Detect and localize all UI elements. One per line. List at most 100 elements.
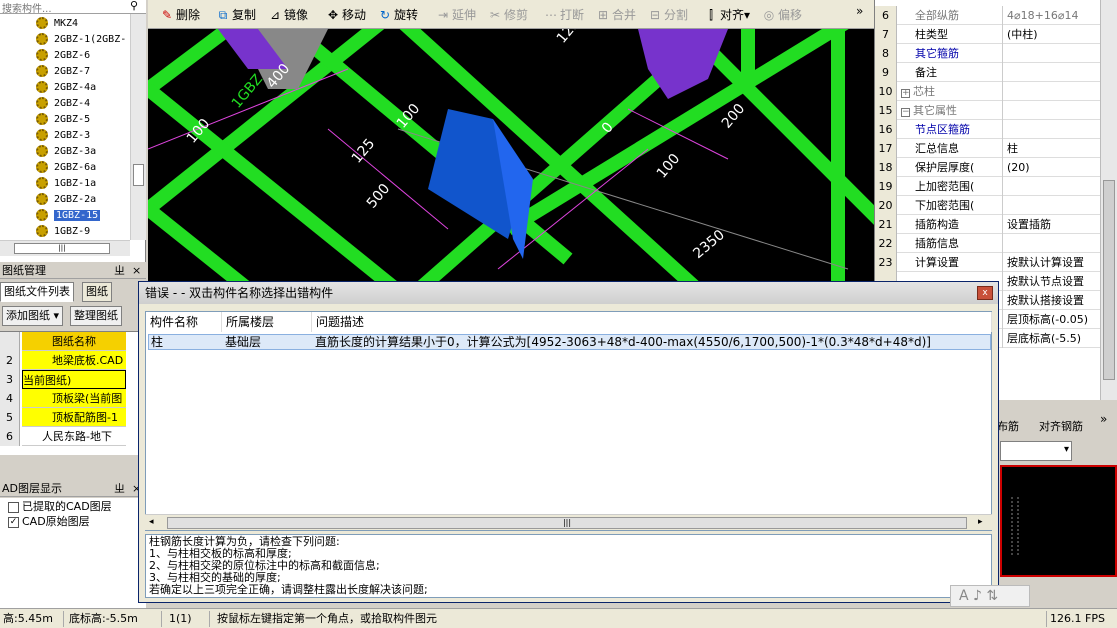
mirror-button[interactable]: ⊿ 镜像 — [268, 6, 308, 24]
dialog-horizontal-scrollbar[interactable]: ◂ ||| ▸ — [145, 514, 992, 530]
drawing-name[interactable]: 当前图纸) — [22, 370, 126, 389]
property-row[interactable]: 7 柱类型 (中柱) — [875, 25, 1101, 44]
property-row[interactable]: 18 保护层厚度((20) — [875, 158, 1101, 177]
drawing-row[interactable]: 5 顶板配筋图-1 — [0, 408, 146, 427]
tree-item[interactable]: 2GBZ-1(2GBZ- — [36, 32, 126, 47]
minimap[interactable] — [1000, 465, 1117, 577]
property-value[interactable]: 按默认搭接设置 — [1005, 291, 1101, 310]
drawing-row[interactable]: 3 当前图纸) — [0, 370, 146, 389]
property-row[interactable]: 9 备注 — [875, 63, 1101, 82]
tree-item[interactable]: 2GBZ-5 — [36, 112, 90, 127]
component-gear-icon — [36, 209, 48, 221]
property-row[interactable]: 16 节点区箍筋 — [875, 120, 1101, 139]
column-header-floor[interactable]: 所属楼层 — [222, 312, 312, 332]
tree-item[interactable]: 2GBZ-3 — [36, 128, 90, 143]
edit-toolbar: ✎ 删除 ⧉ 复制 ⊿ 镜像 ✥ 移动 ↻ 旋转 ⇥ 延伸 ✂ 修剪 ⋯ 打断 ⊞ 合并 ⊟ 分割 … — [148, 0, 874, 29]
pin-icon[interactable]: ㄓ — [114, 263, 125, 279]
add-drawing-button[interactable]: 添加图纸 ▾ — [2, 306, 64, 326]
tree-item[interactable]: 1GBZ-9 — [36, 224, 90, 239]
scroll-left-icon[interactable]: ◂ — [149, 517, 154, 527]
tree-item[interactable]: 2GBZ-4 — [36, 96, 90, 111]
property-value[interactable]: 按默认节点设置 — [1005, 272, 1101, 291]
drawing-row[interactable]: 2 地梁底板.CAD — [0, 351, 146, 370]
rebar-select[interactable]: ▾ — [1000, 441, 1072, 461]
search-icon[interactable]: ⚲ — [126, 0, 142, 14]
close-icon[interactable]: × — [132, 263, 141, 279]
property-value[interactable]: 设置插筋 — [1005, 215, 1101, 234]
property-row[interactable]: 15− 其它属性 — [875, 101, 1101, 120]
column-header-desc[interactable]: 问题描述 — [312, 312, 992, 332]
tree-item[interactable]: 2GBZ-2a — [36, 192, 96, 207]
drawing-name[interactable]: 顶板配筋图-1 — [22, 408, 126, 427]
property-row[interactable]: 23 计算设置 按默认计算设置 — [875, 253, 1101, 272]
drawing-name[interactable]: 地梁底板.CAD — [22, 351, 126, 370]
break-button[interactable]: ⋯ 打断 — [544, 6, 584, 24]
offset-button[interactable]: ◎ 偏移 — [762, 6, 802, 24]
property-row[interactable]: 17 汇总信息柱 — [875, 139, 1101, 158]
property-value[interactable]: 4⌀18+16⌀14 — [1005, 6, 1101, 25]
error-row[interactable]: 柱 基础层 直筋长度的计算结果小于0，计算公式为[4952-3063+48*d-… — [148, 334, 991, 350]
checkbox-original[interactable]: ✓ — [8, 516, 19, 528]
dialog-close-button[interactable]: x — [977, 286, 993, 300]
property-row[interactable]: 6 全部纵筋 4⌀18+16⌀14 — [875, 6, 1101, 25]
tree-item[interactable]: 1GBZ-1a — [36, 176, 96, 191]
expand-icon[interactable]: + — [901, 89, 910, 98]
chevron-down-icon[interactable]: ▾ — [1064, 444, 1069, 455]
tree-item[interactable]: 2GBZ-4a — [36, 80, 96, 95]
align-rebar-button[interactable]: 对齐钢筋 — [1039, 418, 1083, 434]
copy-button[interactable]: ⧉ 复制 — [216, 6, 256, 24]
extend-button[interactable]: ⇥ 延伸 — [436, 6, 476, 24]
tree-item[interactable]: 2GBZ-7 — [36, 64, 90, 79]
merge-button[interactable]: ⊞ 合并 — [596, 6, 636, 24]
property-value[interactable]: (20) — [1005, 158, 1101, 177]
tree-item[interactable]: 1GBZ-15 — [36, 208, 101, 223]
drawing-canvas[interactable]: 100 1GBZ 400 125 500 0 100 200 2350 125 … — [148, 29, 874, 283]
organize-drawing-button[interactable]: 整理图纸 — [70, 306, 122, 326]
property-value[interactable]: 按默认计算设置 — [1005, 253, 1101, 272]
tab-drawing-file-list[interactable]: 图纸文件列表 — [0, 282, 74, 302]
scroll-right-icon[interactable]: ▸ — [978, 517, 983, 527]
distribute-rebar-button[interactable]: 布筋 — [997, 418, 1019, 434]
split-button[interactable]: ⊟ 分割 — [648, 6, 688, 24]
toolbar-more-button[interactable]: » — [856, 2, 863, 20]
collapse-icon[interactable]: − — [901, 108, 910, 117]
checkbox-extracted[interactable] — [8, 501, 19, 513]
property-value[interactable]: (中柱) — [1005, 25, 1101, 44]
column-header-name[interactable]: 构件名称 — [146, 312, 222, 332]
rotate-button[interactable]: ↻ 旋转 — [378, 6, 418, 24]
tree-item[interactable]: 2GBZ-3a — [36, 144, 96, 159]
property-row[interactable]: 8 其它箍筋 — [875, 44, 1101, 63]
tab-drawing-second[interactable]: 图纸 — [82, 282, 112, 302]
property-row[interactable]: 19 上加密范围( — [875, 177, 1101, 196]
cad-layer-original[interactable]: ✓ CAD原始图层 — [8, 515, 90, 529]
component-tree[interactable]: 搜索构件... ⚲ MKZ4 2GBZ-1(2GBZ- 2GBZ-6 2GBZ-7 2G… — [0, 0, 146, 262]
tree-item[interactable]: 2GBZ-6a — [36, 160, 96, 175]
tree-vertical-scrollbar[interactable] — [130, 14, 146, 240]
drawing-name[interactable]: 人民东路-地下 — [22, 427, 126, 446]
drawing-name[interactable]: 顶板梁(当前图 — [22, 389, 126, 408]
ime-toolbar[interactable]: A ♪ ⇅ — [950, 585, 1030, 607]
align-button[interactable]: ⫿ 对齐▾ — [704, 6, 750, 24]
trim-button[interactable]: ✂ 修剪 — [488, 6, 528, 24]
cad-layer-extracted[interactable]: 已提取的CAD图层 — [8, 500, 112, 514]
tree-horizontal-scrollbar[interactable]: ||| — [0, 240, 130, 256]
cad-3d-view: 100 1GBZ 400 125 500 0 100 200 2350 125 … — [148, 29, 874, 283]
property-value[interactable]: 柱 — [1005, 139, 1101, 158]
tree-item[interactable]: 2GBZ-6 — [36, 48, 90, 63]
drawing-row[interactable]: 6 人民东路-地下 — [0, 427, 146, 446]
property-value[interactable]: 层底标高(-5.5) — [1005, 329, 1101, 348]
drawing-row[interactable]: 4 顶板梁(当前图 — [0, 389, 146, 408]
search-input[interactable]: 搜索构件... — [0, 0, 146, 14]
properties-scrollbar[interactable] — [1100, 0, 1117, 400]
property-row[interactable]: 20 下加密范围( — [875, 196, 1101, 215]
pin-icon[interactable]: ㄓ — [114, 481, 125, 497]
property-row[interactable]: 10 + 芯柱 — [875, 82, 1101, 101]
delete-button[interactable]: ✎ 删除 — [160, 6, 200, 24]
move-button[interactable]: ✥ 移动 — [326, 6, 366, 24]
property-value[interactable]: 层顶标高(-0.05) — [1005, 310, 1101, 329]
tree-item[interactable]: MKZ4 — [36, 16, 78, 31]
error-component-name[interactable]: 柱 — [151, 335, 163, 349]
property-row[interactable]: 21 插筋构造 设置插筋 — [875, 215, 1101, 234]
property-row[interactable]: 22 插筋信息 — [875, 234, 1101, 253]
chevron-down-icon[interactable]: ▾ — [54, 309, 60, 322]
